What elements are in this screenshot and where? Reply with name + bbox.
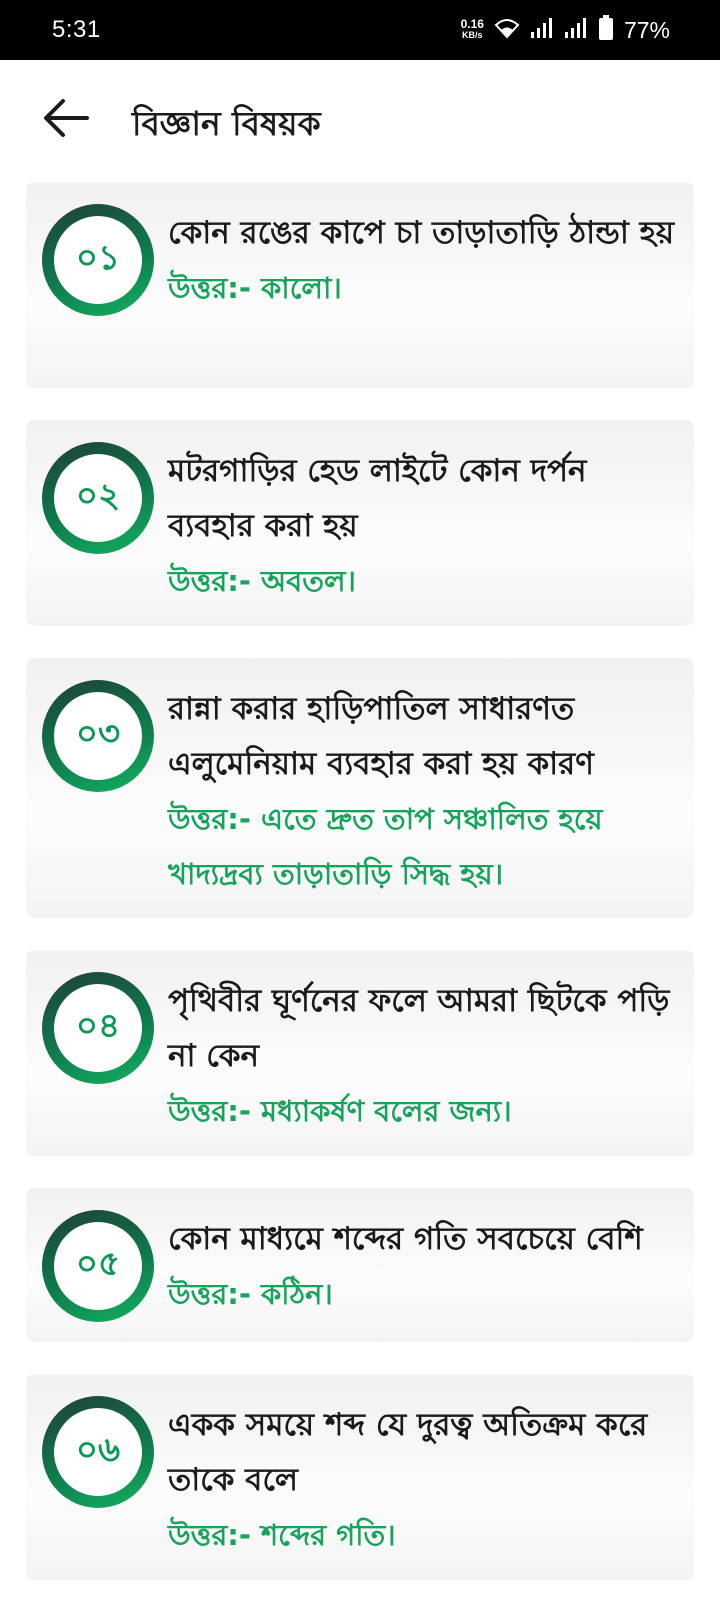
wifi-icon: [494, 17, 520, 43]
app-bar: বিজ্ঞান বিষয়ক: [0, 60, 720, 182]
number-label: ০১: [54, 216, 142, 304]
qa-card[interactable]: ০২ মটরগাড়ির হেড লাইটে কোন দর্পন ব্যবহার…: [26, 420, 694, 626]
number-badge: ০৪: [42, 972, 154, 1084]
qa-card[interactable]: ০৫ কোন মাধ্যমে শব্দের গতি সবচেয়ে বেশি উ…: [26, 1188, 694, 1342]
answer-text: উত্তর:- কঠিন।: [168, 1277, 333, 1311]
status-time: 5:31: [52, 16, 101, 43]
number-label: ০২: [54, 454, 142, 542]
network-speed-unit: KB/s: [462, 30, 483, 40]
answer-text: উত্তর:- এতে দ্রুত তাপ সঞ্চালিত হয়ে খাদ্…: [168, 802, 603, 891]
number-badge: ০৩: [42, 680, 154, 792]
battery-icon: [598, 15, 614, 45]
question-text: কোন রঙের কাপে চা তাড়াতাড়ি ঠান্ডা হয়: [168, 215, 675, 251]
answer-text: উত্তর:- মধ্যাকর্ষণ বলের জন্য।: [168, 1094, 512, 1128]
number-label: ০৬: [54, 1408, 142, 1496]
number-badge: ০১: [42, 204, 154, 316]
signal-icon: [530, 17, 554, 43]
status-icons: 0.16 KB/s 77%: [461, 14, 670, 46]
qa-card[interactable]: ০৬ একক সময়ে শব্দ যে দুরত্ব অতিক্রম করে …: [26, 1374, 694, 1580]
number-label: ০৪: [54, 984, 142, 1072]
answer-text: উত্তর:- অবতল।: [168, 564, 357, 598]
question-text: কোন মাধ্যমে শব্দের গতি সবচেয়ে বেশি: [168, 1221, 643, 1257]
question-text: পৃথিবীর ঘূর্ণনের ফলে আমরা ছিটকে পড়ি না …: [168, 983, 670, 1074]
question-text: একক সময়ে শব্দ যে দুরত্ব অতিক্রম করে তাক…: [168, 1407, 648, 1498]
network-speed: 0.16 KB/s: [460, 17, 484, 41]
question-text: রান্না করার হাড়িপাতিল সাধারণত এলুমেনিয়…: [168, 691, 594, 782]
network-speed-value: 0.16: [460, 17, 484, 31]
qa-card[interactable]: ০৪ পৃথিবীর ঘূর্ণনের ফলে আমরা ছিটকে পড়ি …: [26, 950, 694, 1156]
arrow-left-icon: [43, 98, 89, 142]
answer-text: উত্তর:- শব্দের গতি।: [168, 1518, 396, 1552]
number-badge: ০৬: [42, 1396, 154, 1508]
qa-card[interactable]: ০৩ রান্না করার হাড়িপাতিল সাধারণত এলুমেন…: [26, 658, 694, 918]
qa-card[interactable]: ০১ কোন রঙের কাপে চা তাড়াতাড়ি ঠান্ডা হয…: [26, 182, 694, 388]
signal-icon: [564, 17, 588, 43]
battery-percent: 77%: [623, 16, 670, 43]
number-badge: ০২: [42, 442, 154, 554]
number-label: ০৫: [54, 1222, 142, 1310]
back-button[interactable]: [36, 90, 96, 150]
question-text: মটরগাড়ির হেড লাইটে কোন দর্পন ব্যবহার কর…: [168, 453, 587, 544]
number-badge: ০৫: [42, 1210, 154, 1322]
answer-text: উত্তর:- কালো।: [168, 271, 342, 305]
page-title: বিজ্ঞান বিষয়ক: [132, 104, 321, 143]
number-label: ০৩: [54, 692, 142, 780]
status-bar: 5:31 0.16 KB/s 77%: [0, 0, 720, 60]
